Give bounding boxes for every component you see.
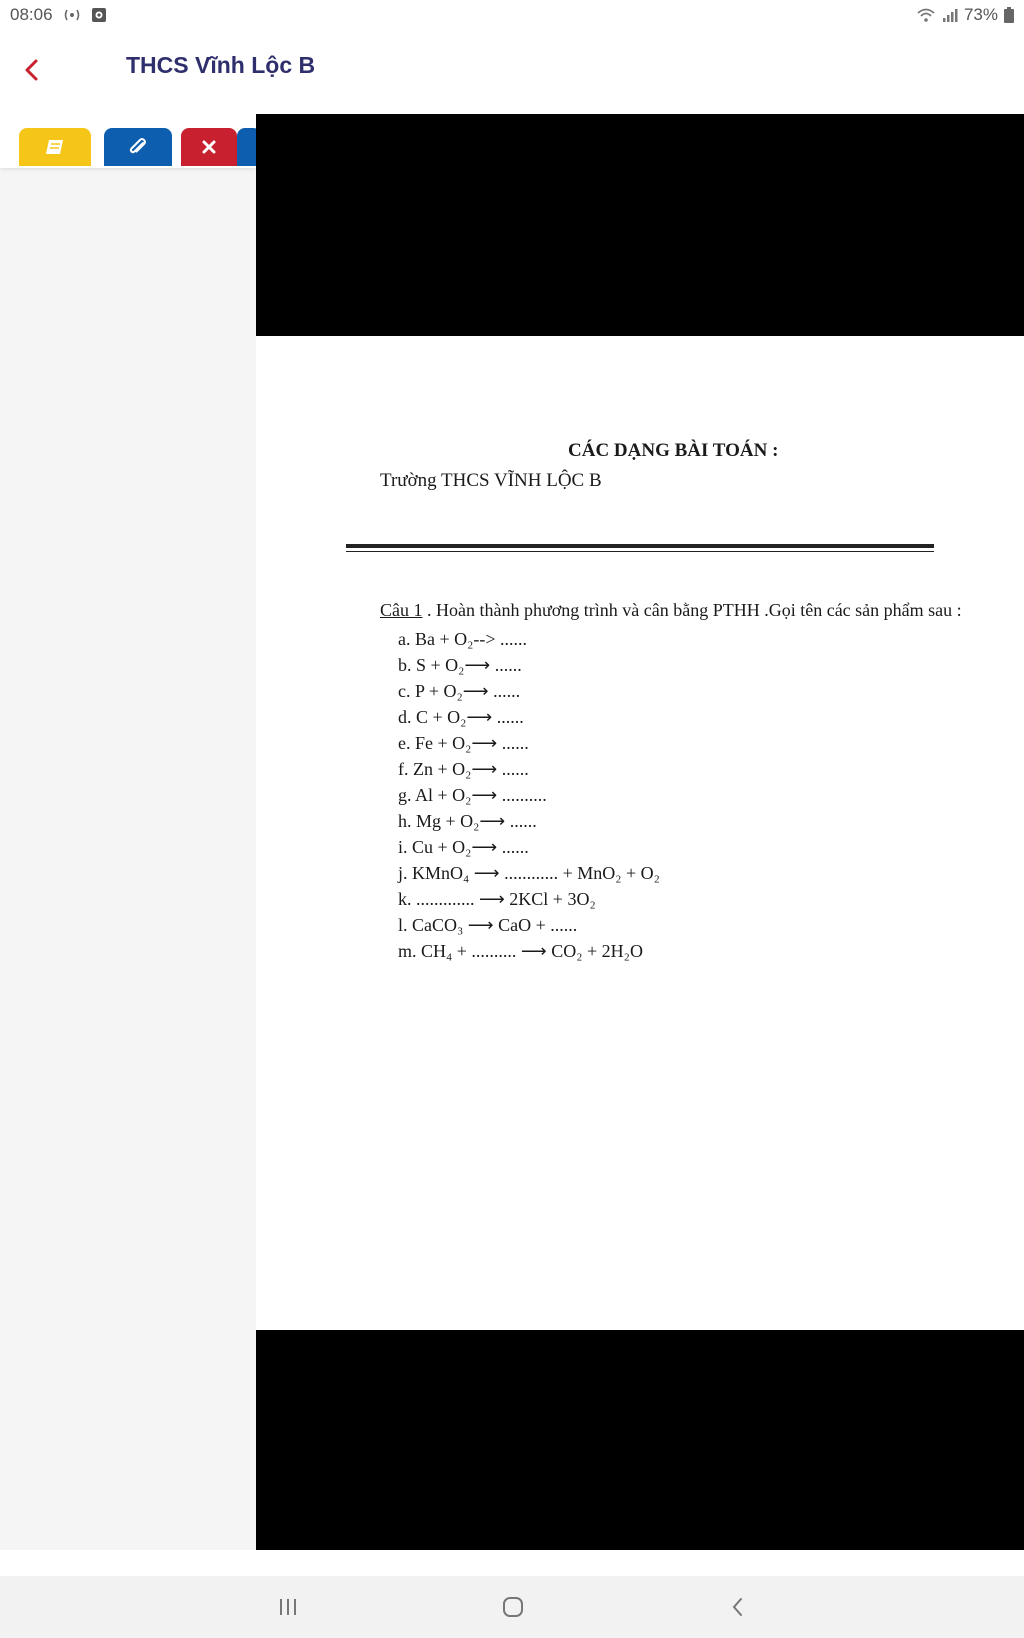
back-button[interactable] [14,52,50,88]
document-page: CÁC DẠNG BÀI TOÁN : Trường THCS VĨNH LỘC… [256,336,1024,1330]
list-item: m. CH₄ + .......... ⟶ CO₂ + 2H₂O [398,941,643,961]
nav-back-button[interactable] [718,1590,758,1624]
status-left: 08:06 [10,5,107,25]
side-panel [0,114,256,1550]
list-item: b. S + O₂⟶ ...... [398,655,522,675]
document-viewer[interactable]: CÁC DẠNG BÀI TOÁN : Trường THCS VĨNH LỘC… [256,114,1024,1550]
document-school: Trường THCS VĨNH LỘC B [380,470,602,491]
system-nav-bar [0,1576,1024,1638]
list-item: d. C + O₂⟶ ...... [398,707,524,727]
question-text: . Hoàn thành phương trình và cân bằng PT… [422,600,962,620]
close-button[interactable] [181,128,237,166]
document-toolbar [0,114,256,168]
question-heading: Câu 1 . Hoàn thành phương trình và cân b… [380,600,962,621]
battery-icon [1004,7,1014,23]
home-button[interactable] [493,1590,533,1624]
clock: 08:06 [10,5,53,24]
hotspot-icon [61,7,83,23]
list-item: a. Ba + O₂--> ...... [398,629,528,649]
list-item: g. Al + O₂⟶ .......... [398,785,547,805]
status-right: 73% [916,5,1014,25]
list-item: f. Zn + O₂⟶ ...... [398,759,529,779]
close-icon [202,140,216,154]
equation-list: a. Ba + O₂--> ...... b. S + O₂⟶ ...... c… [398,626,660,964]
signal-icon [942,7,958,23]
list-item: h. Mg + O₂⟶ ...... [398,811,537,831]
list-item: k. ............. ⟶ 2KCl + 3O₂ [398,889,596,909]
list-item: j. KMnO₄ ⟶ ............ + MnO₂ + O₂ [398,863,660,883]
attachment-button[interactable] [104,128,172,166]
list-item: l. CaCO₃ ⟶ CaO + ...... [398,915,578,935]
list-item: e. Fe + O₂⟶ ...... [398,733,529,753]
home-icon [503,1597,523,1617]
app-header: THCS Vĩnh Lộc B [0,32,1024,114]
battery-percent: 73% [963,5,998,24]
notification-icon [91,7,107,23]
wifi-icon [916,7,936,23]
chevron-left-icon [25,59,38,81]
page-title: THCS Vĩnh Lộc B [126,52,316,78]
recent-apps-button[interactable] [268,1590,308,1624]
list-item: c. P + O₂⟶ ...... [398,681,521,701]
divider-thin [346,551,934,552]
document-title: CÁC DẠNG BÀI TOÁN : [568,440,779,461]
question-label: Câu 1 [380,600,423,620]
divider [346,544,934,548]
list-item: i. Cu + O₂⟶ ...... [398,837,529,857]
notebook-button[interactable] [19,128,91,166]
status-bar: 08:06 73% [0,0,1024,32]
more-button[interactable] [237,128,256,166]
paperclip-icon [129,138,146,154]
back-icon [732,1598,742,1616]
recent-apps-icon [280,1599,296,1615]
notebook-icon [46,140,63,154]
